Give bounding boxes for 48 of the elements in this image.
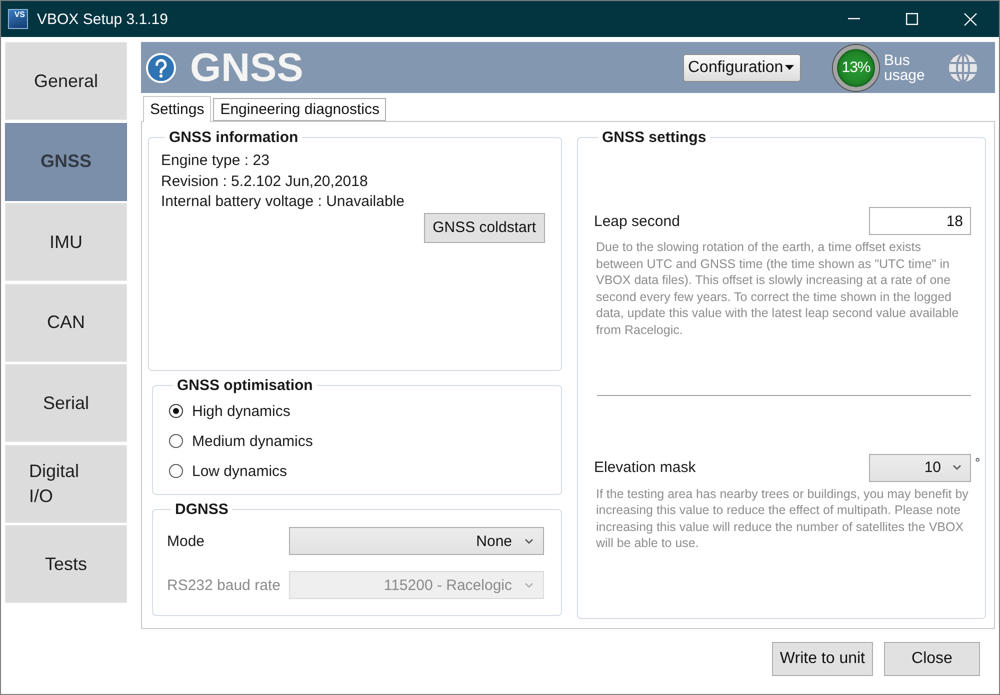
sidebar-item[interactable]: Digital I/O [5, 444, 127, 522]
app-logo: VS [8, 9, 28, 29]
radio-button[interactable] [169, 404, 183, 418]
chevron-down-icon [525, 582, 533, 588]
dropdown[interactable]: 10 [869, 454, 971, 482]
radio-label: High dynamics [192, 402, 290, 420]
tab[interactable]: Engineering diagnostics [213, 98, 386, 121]
chevron-down-icon [953, 465, 961, 470]
info-text: Revision : 5.2.102 Jun,20,2018 [161, 172, 369, 192]
help-icon[interactable] [146, 52, 176, 82]
bus-usage-label: Bus usage [884, 52, 926, 82]
close-icon[interactable] [964, 12, 976, 26]
input-field[interactable]: 18 [869, 207, 971, 235]
info-text: Engine type : 23 [161, 151, 270, 171]
sidebar-item[interactable]: IMU [5, 203, 127, 281]
chevron-down-icon [525, 538, 533, 544]
group-title: GNSS information [168, 129, 300, 146]
group-title: GNSS settings [601, 129, 708, 146]
sidebar-item[interactable]: General [5, 42, 127, 120]
description-text: Due to the slowing rotation of the earth, a time offset exists between UTC and GNSS time (the time shown as "UTC time" in VBOX data files). This offset is slowly increasing at a rate of one second every few years. To correct the time shown in the logged data, update this value with the latest leap second value available from Racelogic. [595, 239, 960, 339]
sidebar-item[interactable]: Serial [5, 364, 127, 442]
caret-down-icon [785, 65, 794, 70]
group-title: DGNSS [174, 501, 230, 518]
coldstart-button[interactable]: GNSS coldstart [424, 212, 545, 242]
unit-label: ° [974, 454, 982, 472]
dialog-button[interactable]: Close [884, 642, 980, 676]
field-label: Mode [167, 532, 206, 550]
minimize-icon[interactable] [848, 18, 860, 20]
info-text: Internal battery voltage : Unavailable [161, 192, 406, 212]
description-text: If the testing area has nearby trees or buildings, you may benefit by increasing this value to reduce the effect of multipath. Please note increasing this value will reduce the number of satellites the VBOX will be able to use. [595, 486, 970, 552]
setting-label: Elevation mask [594, 459, 696, 476]
dialog-button[interactable]: Write to unit [772, 642, 873, 676]
radio-button[interactable] [169, 464, 183, 478]
group-title: GNSS optimisation [176, 377, 314, 394]
window-title: VBOX Setup 3.1.19 [37, 10, 168, 28]
bus-usage-gauge: 13% [833, 44, 879, 90]
radio-label: Low dynamics [192, 462, 288, 480]
tab[interactable]: Settings [143, 96, 212, 122]
dropdown[interactable]: None [289, 527, 544, 555]
sidebar-item[interactable]: CAN [5, 284, 127, 362]
maximize-icon[interactable] [906, 13, 918, 25]
setting-label: Leap second [594, 212, 680, 230]
sidebar-item[interactable]: Tests [5, 525, 127, 603]
radio-label: Medium dynamics [192, 432, 313, 450]
page-title: GNSS [190, 48, 304, 88]
configuration-dropdown[interactable]: Configuration [683, 54, 801, 82]
radio-button[interactable] [169, 434, 183, 448]
field-label: RS232 baud rate [167, 576, 282, 594]
